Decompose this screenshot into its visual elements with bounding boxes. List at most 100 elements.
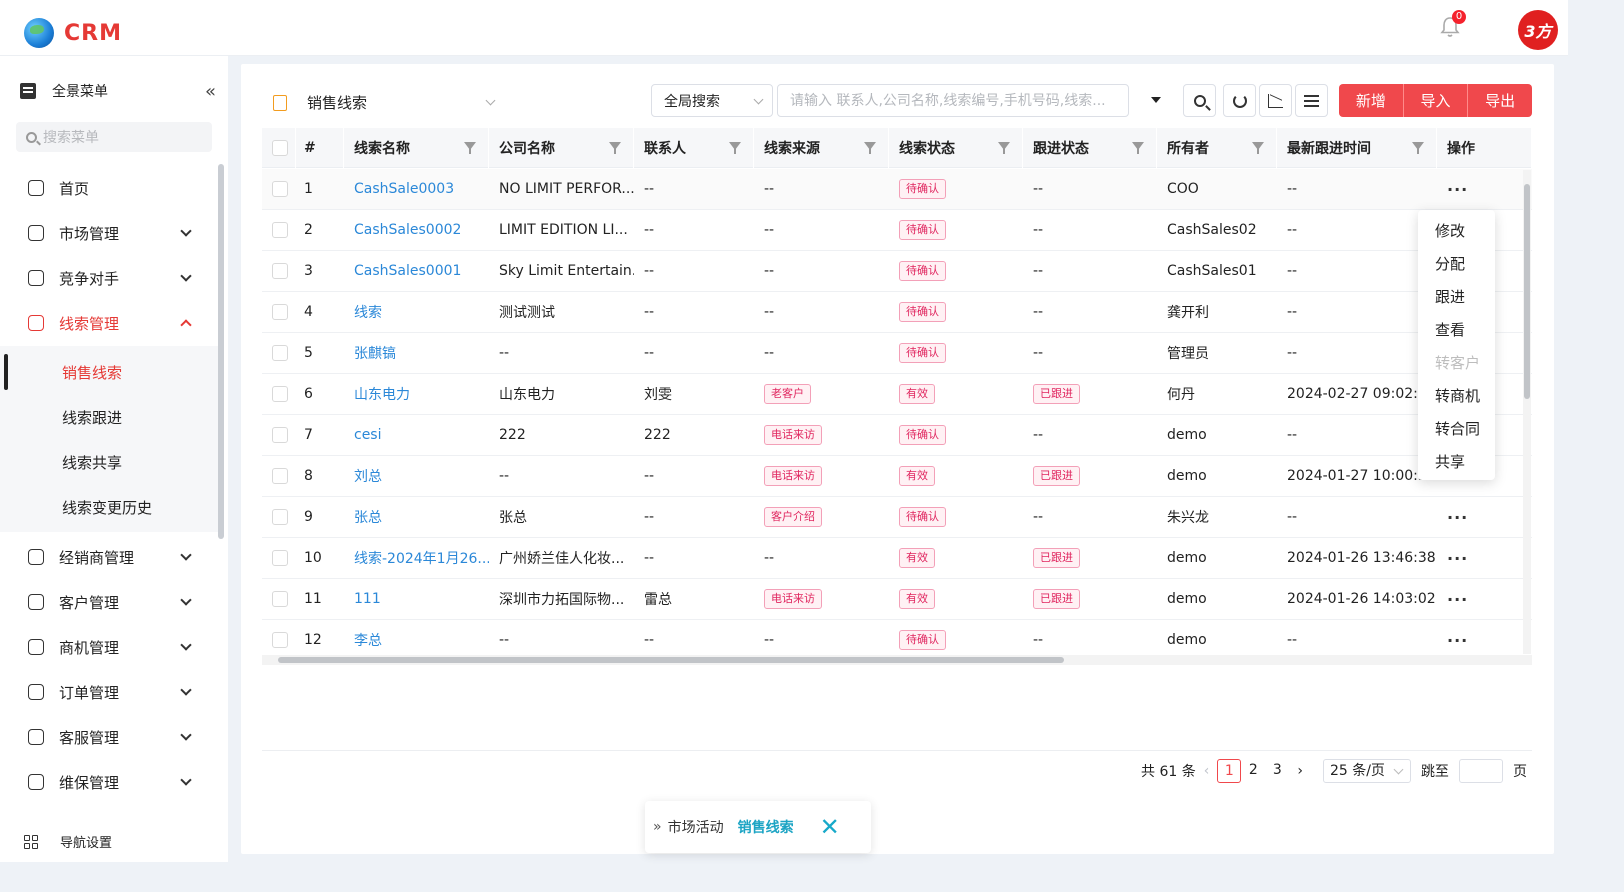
sidebar-item-home[interactable]: 首页 [0, 166, 224, 210]
col-header-name[interactable]: 线索名称 [344, 128, 489, 168]
col-header-contact[interactable]: 联系人 [634, 128, 754, 168]
table-row[interactable]: 4线索测试测试----待确认--龚开利--··· [262, 292, 1532, 333]
sidebar-item-opportunity[interactable]: 商机管理 [0, 625, 224, 669]
filter-icon[interactable] [1132, 142, 1144, 154]
row-checkbox[interactable] [272, 550, 288, 566]
dock-tab-sales-leads[interactable]: 销售线索 [738, 817, 794, 837]
row-checkbox[interactable] [272, 386, 288, 402]
menu-item-to-contract[interactable]: 转合同 [1418, 412, 1495, 445]
table-row[interactable]: 2 CashSales0002 LIMIT EDITION LI... -- -- 待确认… [262, 210, 1532, 251]
cell-name[interactable]: 山东电力 [344, 374, 489, 414]
cell-name[interactable]: 刘总 [344, 456, 489, 496]
row-checkbox[interactable] [272, 632, 288, 648]
cell-name[interactable]: CashSales0001 [344, 251, 489, 291]
sidebar-item-dealer[interactable]: 经销商管理 [0, 535, 224, 579]
cell-name[interactable]: CashSales0002 [344, 210, 489, 250]
refresh-button[interactable] [1223, 84, 1256, 117]
menu-search-input[interactable]: 搜索菜单 [16, 122, 212, 152]
col-header-source[interactable]: 线索来源 [754, 128, 889, 168]
table-row[interactable]: 3 CashSales0001 Sky Limit Entertain... -- --… [262, 251, 1532, 292]
sidebar-item-order[interactable]: 订单管理 [0, 670, 224, 714]
import-button[interactable]: 导入 [1403, 84, 1469, 117]
cell-name[interactable]: 线索 [344, 292, 489, 332]
cell-name[interactable]: CashSale0003 [344, 169, 489, 209]
col-header-owner[interactable]: 所有者 [1157, 128, 1277, 168]
app-logo[interactable]: CRM [24, 18, 122, 48]
cell-name[interactable]: 李总 [344, 620, 489, 660]
submenu-item-lead-share[interactable]: 线索共享 [0, 440, 224, 484]
filter-icon[interactable] [729, 142, 741, 154]
sidebar-item-maintenance[interactable]: 维保管理 [0, 760, 224, 804]
row-checkbox[interactable] [272, 468, 288, 484]
advanced-search-caret-icon[interactable] [1151, 97, 1161, 103]
page-1[interactable]: 1 [1217, 759, 1242, 783]
submenu-item-lead-history[interactable]: 线索变更历史 [0, 485, 224, 529]
cell-name[interactable]: 线索-2024年1月26... [344, 538, 489, 578]
page-2[interactable]: 2 [1241, 759, 1265, 783]
search-scope-select[interactable]: 全局搜索 [651, 84, 773, 117]
prev-page-icon[interactable]: ‹ [1204, 763, 1210, 779]
sidebar-scrollbar[interactable] [218, 164, 224, 539]
close-icon[interactable]: ✕ [820, 813, 840, 841]
new-button[interactable]: 新增 [1339, 84, 1404, 117]
row-checkbox[interactable] [272, 427, 288, 443]
double-chevron-icon[interactable]: » [653, 819, 662, 835]
row-checkbox[interactable] [272, 509, 288, 525]
sidebar-item-customer[interactable]: 客户管理 [0, 580, 224, 624]
dock-tab-market-activity[interactable]: 市场活动 [668, 817, 724, 837]
row-more-icon[interactable]: ··· [1437, 169, 1532, 209]
table-row[interactable]: 6 山东电力 山东电力 刘雯 老客户 有效 已跟进 何丹 2024-02-27 09:02:16… [262, 374, 1532, 415]
filter-icon[interactable] [464, 142, 476, 154]
table-row[interactable]: 11 111 深圳市力拓国际物... 雷总 电话来访 有效 已跟进 demo 2024-01-2… [262, 579, 1532, 620]
column-settings-button[interactable] [1295, 84, 1328, 117]
filter-icon[interactable] [1252, 142, 1264, 154]
jump-page-input[interactable] [1458, 759, 1503, 783]
col-header-time[interactable]: 最新跟进时间 [1277, 128, 1437, 168]
search-button[interactable] [1183, 84, 1216, 117]
row-more-icon[interactable]: ··· [1437, 497, 1532, 537]
filter-icon[interactable] [998, 142, 1010, 154]
row-checkbox[interactable] [272, 345, 288, 361]
avatar[interactable]: 3方 [1518, 10, 1558, 50]
table-row[interactable]: 7cesi222222电话来访待确认--demo--··· [262, 415, 1532, 456]
chart-button[interactable] [1259, 84, 1292, 117]
next-page-icon[interactable]: › [1297, 763, 1303, 779]
search-input[interactable] [777, 84, 1129, 117]
submenu-item-sales-leads[interactable]: 销售线索 [0, 350, 224, 394]
row-more-icon[interactable]: ··· [1437, 538, 1532, 578]
scroll-thumb[interactable] [278, 657, 1064, 663]
submenu-item-lead-follow[interactable]: 线索跟进 [0, 395, 224, 439]
select-all-checkbox[interactable] [272, 140, 288, 156]
table-row[interactable]: 1 CashSale0003 NO LIMIT PERFOR... -- -- 待确认 --… [262, 169, 1532, 210]
col-header-follow[interactable]: 跟进状态 [1023, 128, 1157, 168]
col-header-company[interactable]: 公司名称 [489, 128, 634, 168]
table-row[interactable]: 10 线索-2024年1月26... 广州娇兰佳人化妆... -- -- 有效 已跟进 dem… [262, 538, 1532, 579]
row-checkbox[interactable] [272, 222, 288, 238]
sidebar-item-competitor[interactable]: 竞争对手 [0, 256, 224, 300]
menu-item-assign[interactable]: 分配 [1418, 247, 1495, 280]
menu-item-share[interactable]: 共享 [1418, 445, 1495, 478]
sidebar-item-leads[interactable]: 线索管理 [0, 301, 224, 345]
menu-item-follow[interactable]: 跟进 [1418, 280, 1495, 313]
menu-item-edit[interactable]: 修改 [1418, 214, 1495, 247]
col-header-status[interactable]: 线索状态 [889, 128, 1023, 168]
menu-item-to-opportunity[interactable]: 转商机 [1418, 379, 1495, 412]
export-button[interactable]: 导出 [1468, 84, 1532, 117]
table-row[interactable]: 8刘总----电话来访有效已跟进demo2024-01-27 10:00:38·… [262, 456, 1532, 497]
row-more-icon[interactable]: ··· [1437, 620, 1532, 660]
collapse-icon[interactable]: « [205, 81, 216, 102]
table-horizontal-scrollbar[interactable] [262, 655, 1532, 665]
row-more-icon[interactable]: ··· [1437, 579, 1532, 619]
view-selector[interactable]: 销售线索 [273, 92, 496, 113]
row-checkbox[interactable] [272, 591, 288, 607]
row-checkbox[interactable] [272, 263, 288, 279]
cell-name[interactable]: cesi [344, 415, 489, 455]
table-vertical-scrollbar[interactable] [1523, 170, 1531, 654]
page-3[interactable]: 3 [1265, 759, 1289, 783]
row-checkbox[interactable] [272, 304, 288, 320]
scroll-thumb[interactable] [1524, 184, 1530, 399]
page-size-select[interactable]: 25 条/页 [1322, 759, 1411, 783]
table-row[interactable]: 5张麒镐------待确认--管理员--··· [262, 333, 1532, 374]
cell-name[interactable]: 张总 [344, 497, 489, 537]
cell-name[interactable]: 张麒镐 [344, 333, 489, 373]
